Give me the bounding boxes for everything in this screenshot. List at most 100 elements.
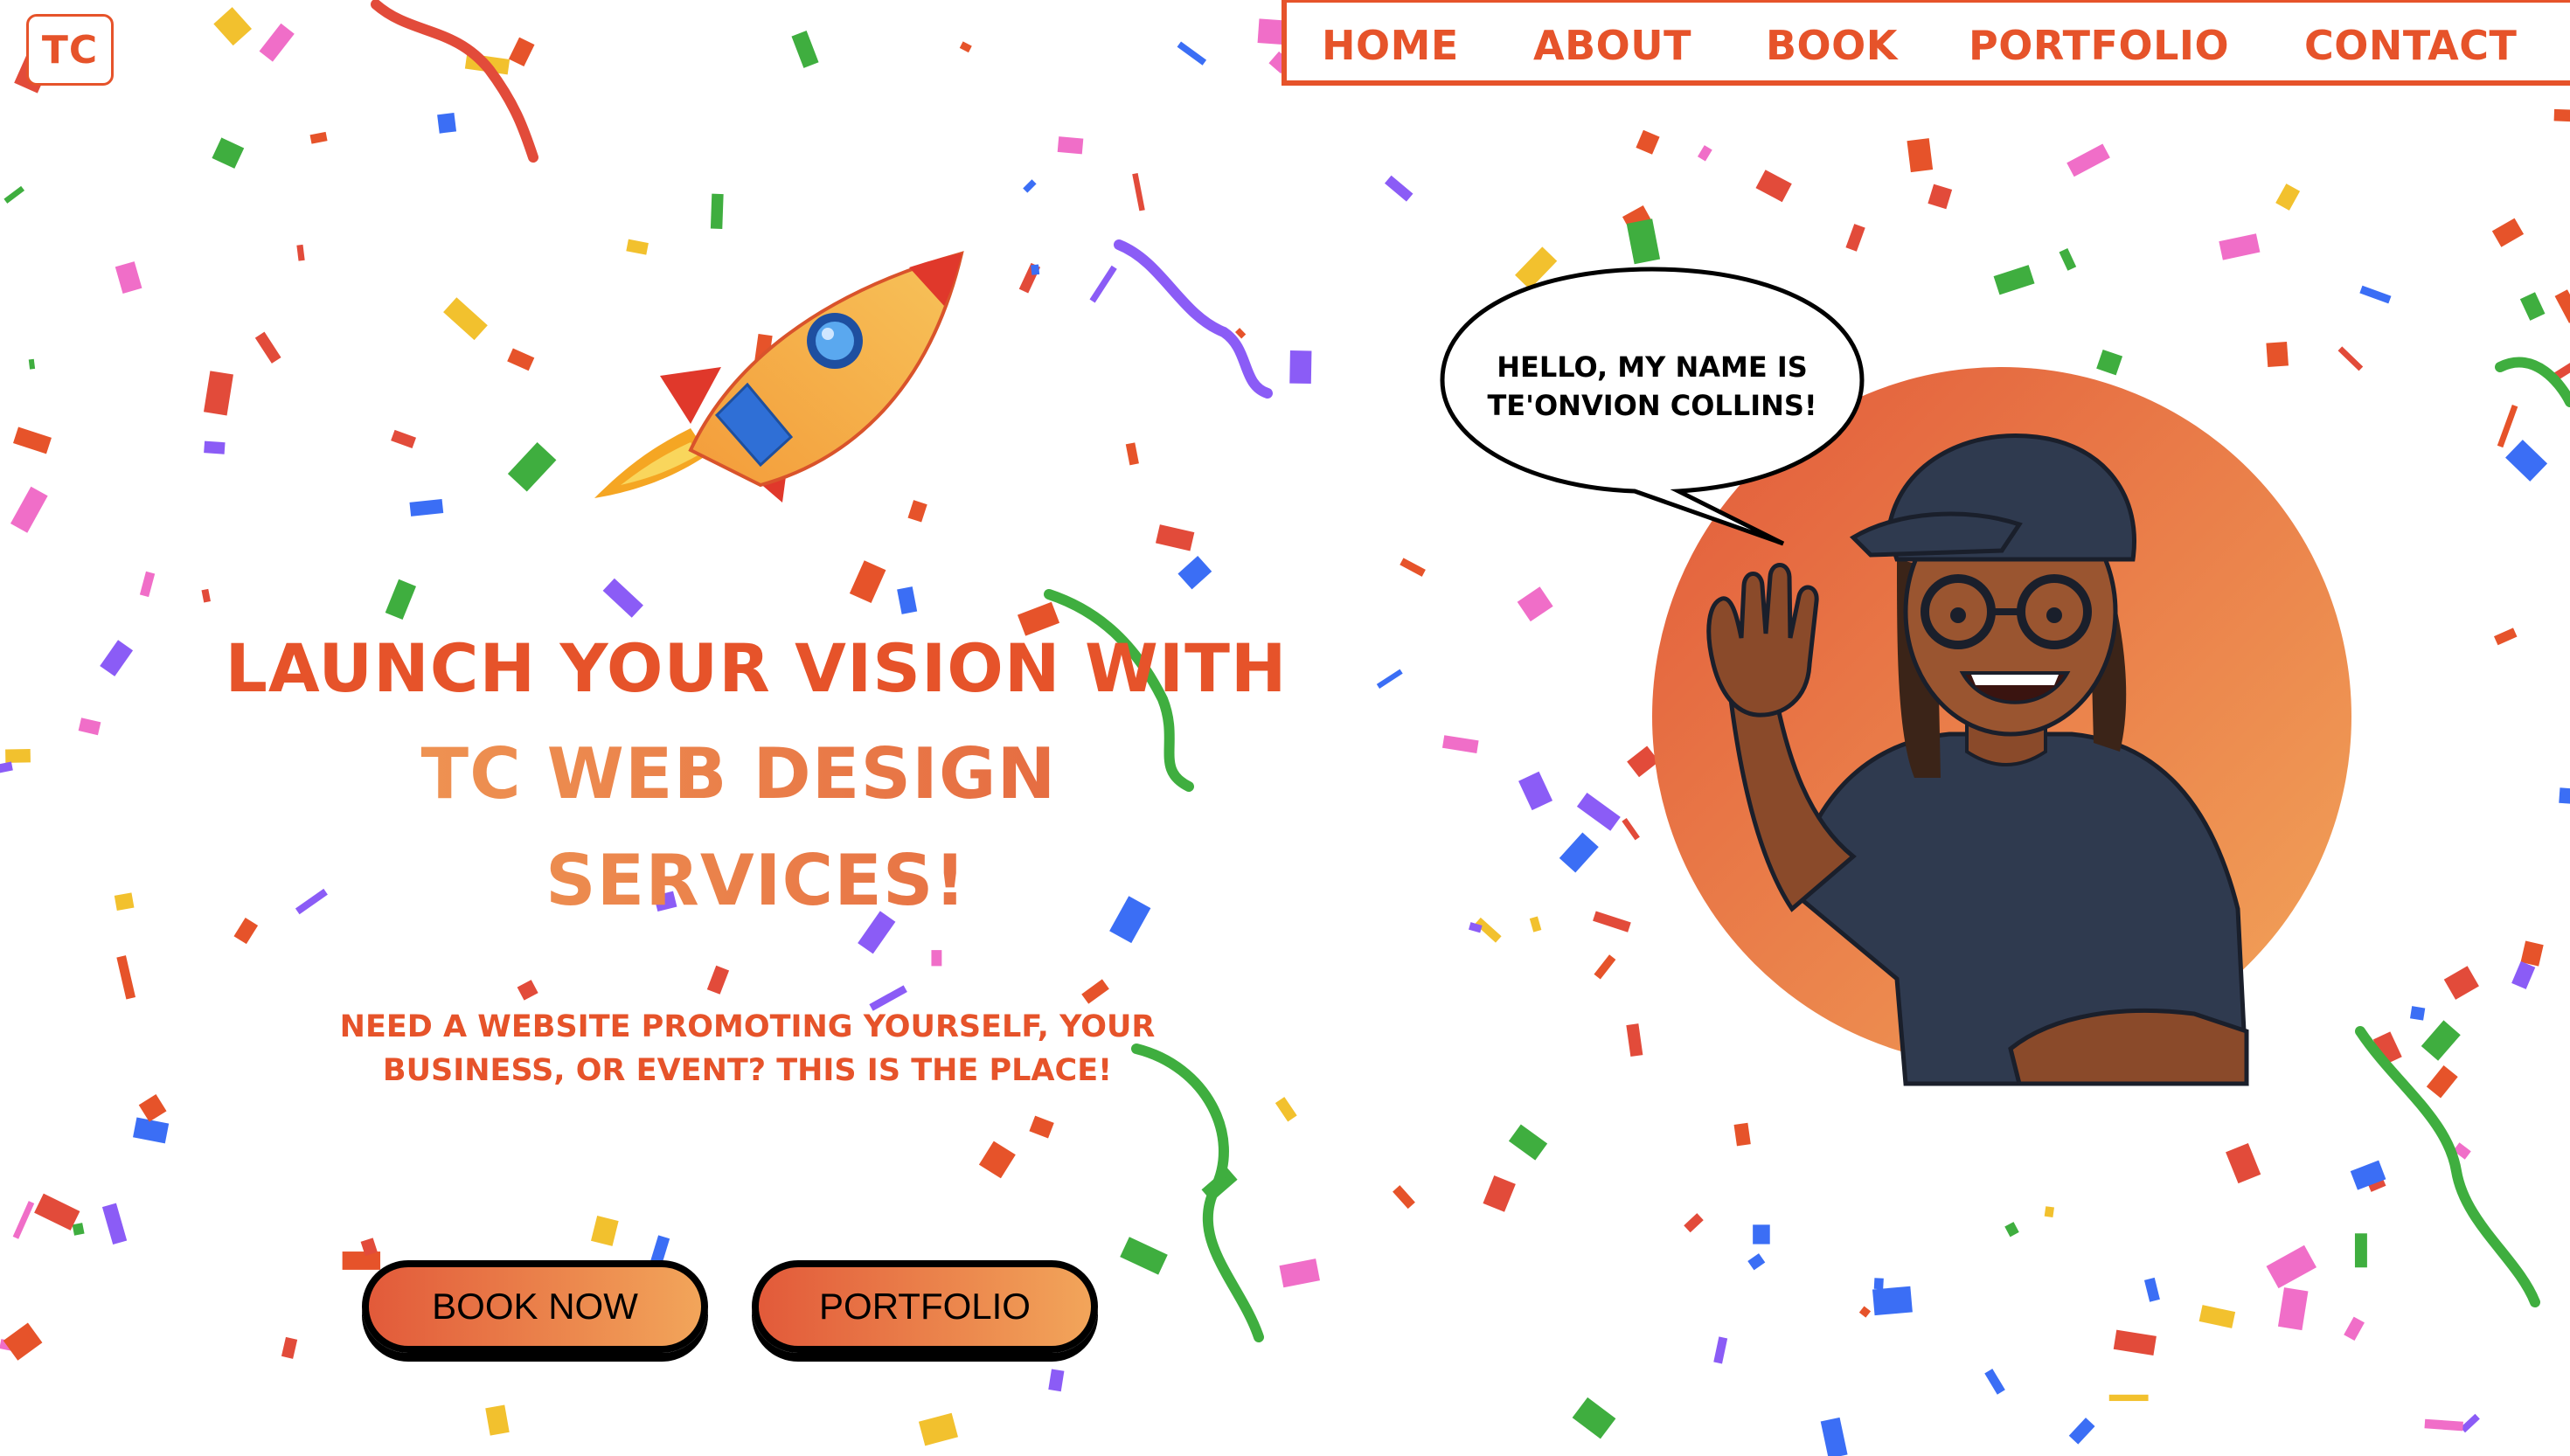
- confetti-piece: [2421, 1020, 2461, 1061]
- confetti-piece: [1572, 1397, 1616, 1439]
- confetti-piece: [2497, 405, 2518, 448]
- confetti-piece: [978, 1141, 1016, 1179]
- book-now-label: BOOK NOW: [432, 1286, 638, 1327]
- confetti-piece: [259, 23, 295, 62]
- headline-line-1: LAUNCH YOUR VISION WITH: [225, 629, 1288, 707]
- confetti-piece: [34, 1193, 80, 1231]
- confetti-piece: [2443, 966, 2479, 1000]
- confetti-piece: [1984, 1369, 2005, 1395]
- confetti-piece: [1713, 1336, 1728, 1364]
- confetti-piece: [2460, 1413, 2480, 1433]
- confetti-piece: [1518, 771, 1553, 811]
- headline-line-3: SERVICES!: [131, 828, 1381, 934]
- confetti-piece: [1928, 184, 1953, 210]
- confetti-piece: [602, 578, 643, 618]
- confetti-piece: [437, 112, 457, 134]
- confetti-piece: [710, 193, 724, 229]
- main-nav: HOME ABOUT BOOK PORTFOLIO CONTACT: [1282, 0, 2570, 86]
- confetti-piece: [101, 1203, 128, 1245]
- confetti-piece: [918, 1412, 959, 1446]
- subtext-line-2: BUSINESS, OR EVENT? THIS IS THE PLACE!: [382, 1053, 1113, 1088]
- book-now-button[interactable]: BOOK NOW: [362, 1260, 708, 1353]
- confetti-piece: [2277, 1287, 2309, 1331]
- confetti-piece: [138, 1094, 167, 1122]
- confetti-piece: [1057, 136, 1084, 155]
- confetti-piece: [1155, 524, 1195, 551]
- confetti-piece: [897, 586, 918, 614]
- confetti-piece: [2505, 440, 2548, 482]
- confetti-piece: [931, 950, 942, 967]
- confetti-piece: [1400, 558, 1426, 577]
- confetti-piece: [2275, 184, 2301, 211]
- nav-item-contact[interactable]: CONTACT: [2304, 22, 2517, 69]
- confetti-piece: [2520, 940, 2544, 967]
- confetti-piece: [115, 261, 142, 294]
- confetti-piece: [391, 429, 417, 448]
- confetti-piece: [296, 244, 305, 261]
- confetti-piece: [507, 348, 535, 371]
- confetti-piece: [1132, 173, 1145, 211]
- site-logo[interactable]: TC: [26, 14, 114, 86]
- confetti-piece: [959, 41, 972, 53]
- confetti-piece: [1393, 1185, 1415, 1210]
- confetti-piece: [706, 965, 730, 995]
- portfolio-label: PORTFOLIO: [819, 1286, 1031, 1327]
- confetti-piece: [1872, 1286, 1913, 1316]
- confetti-piece: [212, 137, 245, 169]
- confetti-piece: [2344, 1316, 2365, 1342]
- confetti-piece: [385, 579, 417, 621]
- confetti-piece: [2044, 1206, 2054, 1218]
- confetti-piece: [849, 560, 886, 604]
- confetti-piece: [203, 371, 233, 416]
- confetti-piece: [2059, 248, 2077, 271]
- streamer: [1114, 239, 1273, 399]
- confetti-piece: [2426, 1065, 2458, 1099]
- confetti-piece: [1089, 265, 1117, 303]
- confetti-piece: [1755, 170, 1792, 203]
- subtext-line-1: NEED A WEBSITE PROMOTING YOURSELF, YOUR: [339, 1009, 1156, 1044]
- confetti-piece: [116, 955, 136, 1000]
- confetti-piece: [2108, 1394, 2149, 1402]
- confetti-piece: [443, 297, 488, 341]
- portfolio-button[interactable]: PORTFOLIO: [752, 1260, 1098, 1353]
- confetti-piece: [1753, 1224, 1770, 1245]
- confetti-piece: [342, 1251, 381, 1270]
- bubble-line-1: HELLO, MY NAME IS: [1497, 350, 1808, 384]
- speech-bubble-text: HELLO, MY NAME IS TE'ONVION COLLINS!: [1451, 348, 1853, 425]
- confetti-piece: [1384, 175, 1414, 202]
- confetti-piece: [1733, 1122, 1751, 1147]
- nav-item-book[interactable]: BOOK: [1766, 22, 1898, 69]
- confetti-piece: [5, 749, 31, 763]
- confetti-piece: [508, 37, 535, 67]
- nav-item-portfolio[interactable]: PORTFOLIO: [1969, 22, 2229, 69]
- confetti-piece: [281, 1336, 298, 1359]
- confetti-piece: [2424, 1418, 2463, 1432]
- confetti-piece: [12, 426, 52, 454]
- confetti-piece: [2354, 1233, 2367, 1268]
- confetti-piece: [2143, 1277, 2160, 1302]
- rocket-icon: [594, 251, 964, 503]
- confetti-piece: [1873, 1278, 1884, 1290]
- confetti-piece: [2004, 1222, 2019, 1238]
- confetti-piece: [309, 131, 328, 144]
- confetti-piece: [2554, 289, 2570, 323]
- confetti-piece: [254, 331, 281, 364]
- confetti-piece: [1483, 1175, 1516, 1212]
- confetti-piece: [1517, 586, 1553, 622]
- confetti-piece: [1559, 832, 1599, 873]
- streamer: [371, 0, 538, 163]
- confetti-piece: [1529, 916, 1542, 933]
- confetti-piece: [1508, 1124, 1548, 1161]
- nav-item-about[interactable]: ABOUT: [1533, 22, 1691, 69]
- confetti-piece: [791, 31, 819, 68]
- nav-item-home[interactable]: HOME: [1322, 22, 1459, 69]
- confetti-piece: [213, 7, 252, 46]
- confetti-piece: [1845, 224, 1865, 252]
- confetti-piece: [139, 571, 156, 598]
- confetti-piece: [2198, 1305, 2236, 1328]
- confetti-piece: [3, 1322, 43, 1361]
- confetti-piece: [2553, 108, 2570, 122]
- confetti-piece: [1279, 1258, 1320, 1288]
- confetti-piece: [2359, 285, 2392, 304]
- confetti-piece: [2493, 627, 2518, 646]
